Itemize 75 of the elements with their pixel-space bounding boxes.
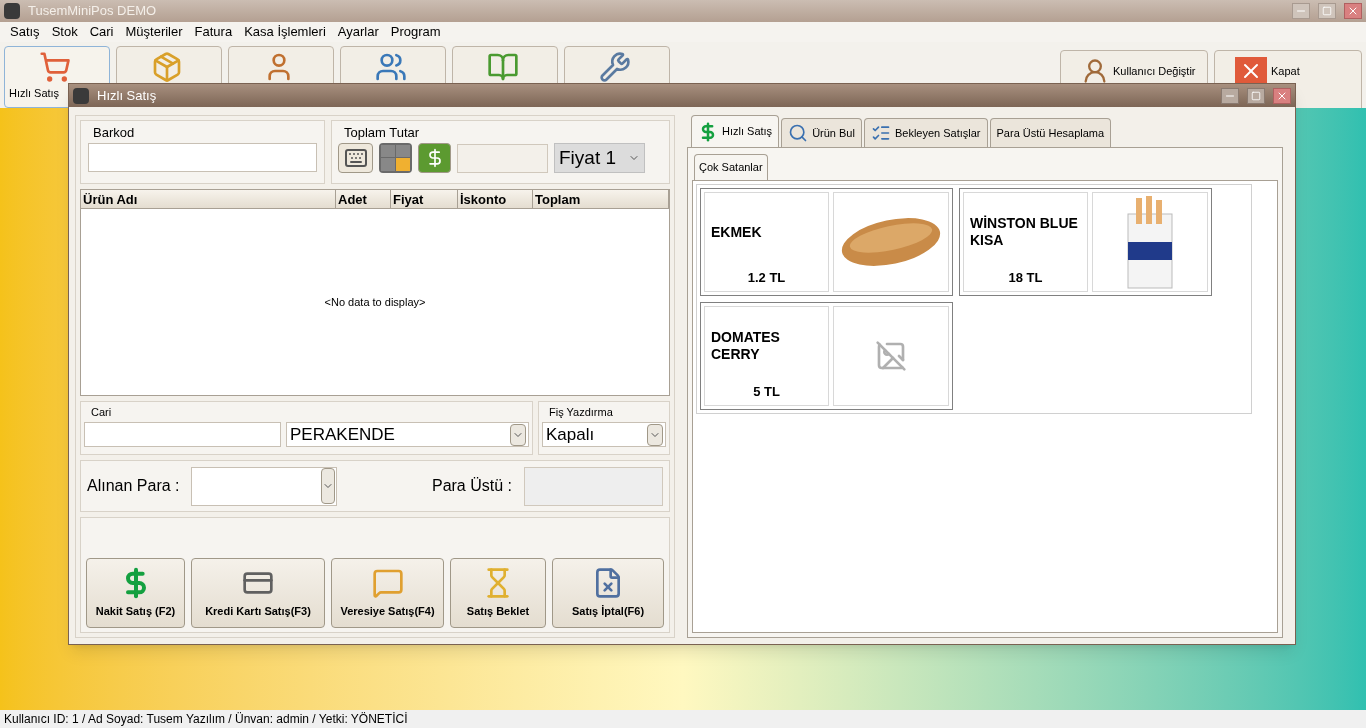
column-header[interactable]: Ürün Adı [81,190,336,208]
column-header[interactable]: İskonto [458,190,533,208]
customer-code-field[interactable] [84,422,281,447]
total-field[interactable] [457,143,548,173]
restore-button[interactable] [1318,3,1336,19]
receipt-label: Fiş Yazdırma [548,405,614,420]
minimize-button[interactable] [1292,3,1310,19]
menu-item[interactable]: Ayarlar [331,22,385,42]
barcode-field[interactable] [88,143,317,172]
keyboard-icon [343,146,368,170]
product-price: 1.2 TL [747,268,786,287]
column-header[interactable]: Toplam [533,190,669,208]
wrench-icon [599,51,631,83]
people-icon [375,51,407,83]
action-button[interactable]: Veresiye Satış(F4) [331,558,444,628]
receipt-dropdown[interactable]: Kapalı [542,422,666,447]
tab[interactable]: Para Üstü Hesaplama [989,118,1112,147]
app-icon [73,87,89,104]
change-label: Para Üstü : [431,476,512,496]
menu-item[interactable]: Program [384,22,447,42]
product-tile[interactable]: DOMATES CERRY 5 TL [700,302,953,410]
column-header[interactable]: Fiyat [391,190,458,208]
product-price: 18 TL [1008,268,1043,287]
customer-label: Cari [90,405,113,420]
menu-item[interactable]: Müşteriler [119,22,189,42]
action-button[interactable]: Satış İptal(F6) [552,558,664,628]
book-icon [487,51,519,83]
calculator-button[interactable] [379,143,412,173]
customer-dropdown[interactable]: PERAKENDE [286,422,529,447]
close-button[interactable] [1344,3,1362,19]
total-label: Toplam Tutar [343,124,421,142]
boxes-icon [151,51,183,83]
product-price: 5 TL [753,382,780,401]
list-icon [870,123,891,143]
action-button[interactable]: Satış Beklet [450,558,546,628]
close-icon [1235,57,1267,85]
change-field[interactable] [524,466,663,506]
close-button[interactable] [1273,87,1291,104]
tab[interactable]: Bekleyen Satışlar [863,118,988,147]
close-icon [1347,5,1359,17]
received-label: Alınan Para : [87,476,181,496]
no-image-icon [875,340,907,372]
calculator-icon [381,145,410,171]
ledger-button[interactable] [418,143,451,173]
column-header[interactable]: Adet [336,190,391,208]
menu-item[interactable]: Cari [83,22,120,42]
tab[interactable]: Çok Satanlar [694,154,768,180]
action-button[interactable]: Kredi Kartı Satış(F3) [191,558,325,628]
minimize-button[interactable] [1221,87,1239,104]
barcode-label: Barkod [92,124,136,142]
app-icon [4,3,20,19]
menu-item[interactable]: Fatura [188,22,239,42]
menu-item[interactable]: Stok [45,22,84,42]
price-list-dropdown[interactable]: Fiyat 1 [554,143,645,173]
product-name: DOMATES CERRY [711,329,781,364]
product-name: EKMEK [711,223,762,241]
received-dropdown[interactable] [191,466,337,506]
maximize-icon [1251,90,1261,101]
maximize-button[interactable] [1247,87,1265,104]
menu-item[interactable]: Satış [4,22,46,42]
action-button[interactable]: Nakit Satış (F2) [86,558,185,628]
cart-icon [39,51,71,83]
search-icon [788,123,809,143]
tab[interactable]: Hızlı Satış [691,115,780,147]
product-tile[interactable]: WİNSTON BLUE KISA 18 TL [959,188,1212,296]
empty-grid-text: <No data to display> [324,294,426,310]
product-name: WİNSTON BLUE KISA [970,215,1079,250]
product-tile[interactable]: EKMEK 1.2 TL [700,188,953,296]
dropdown-arrow-icon [321,468,335,504]
window-title: TusemMiniPos DEMO [28,2,157,21]
menu-item[interactable]: Kasa İşlemleri [238,22,332,42]
keyboard-button[interactable] [338,143,373,173]
tab[interactable]: Ürün Bul [781,118,862,147]
status-text: Kullanıcı ID: 1 / Ad Soyad: Tusem Yazılım / Ünvan: admin / Yetki: YÖNETİCİ [4,711,408,728]
restore-icon [1322,6,1332,16]
